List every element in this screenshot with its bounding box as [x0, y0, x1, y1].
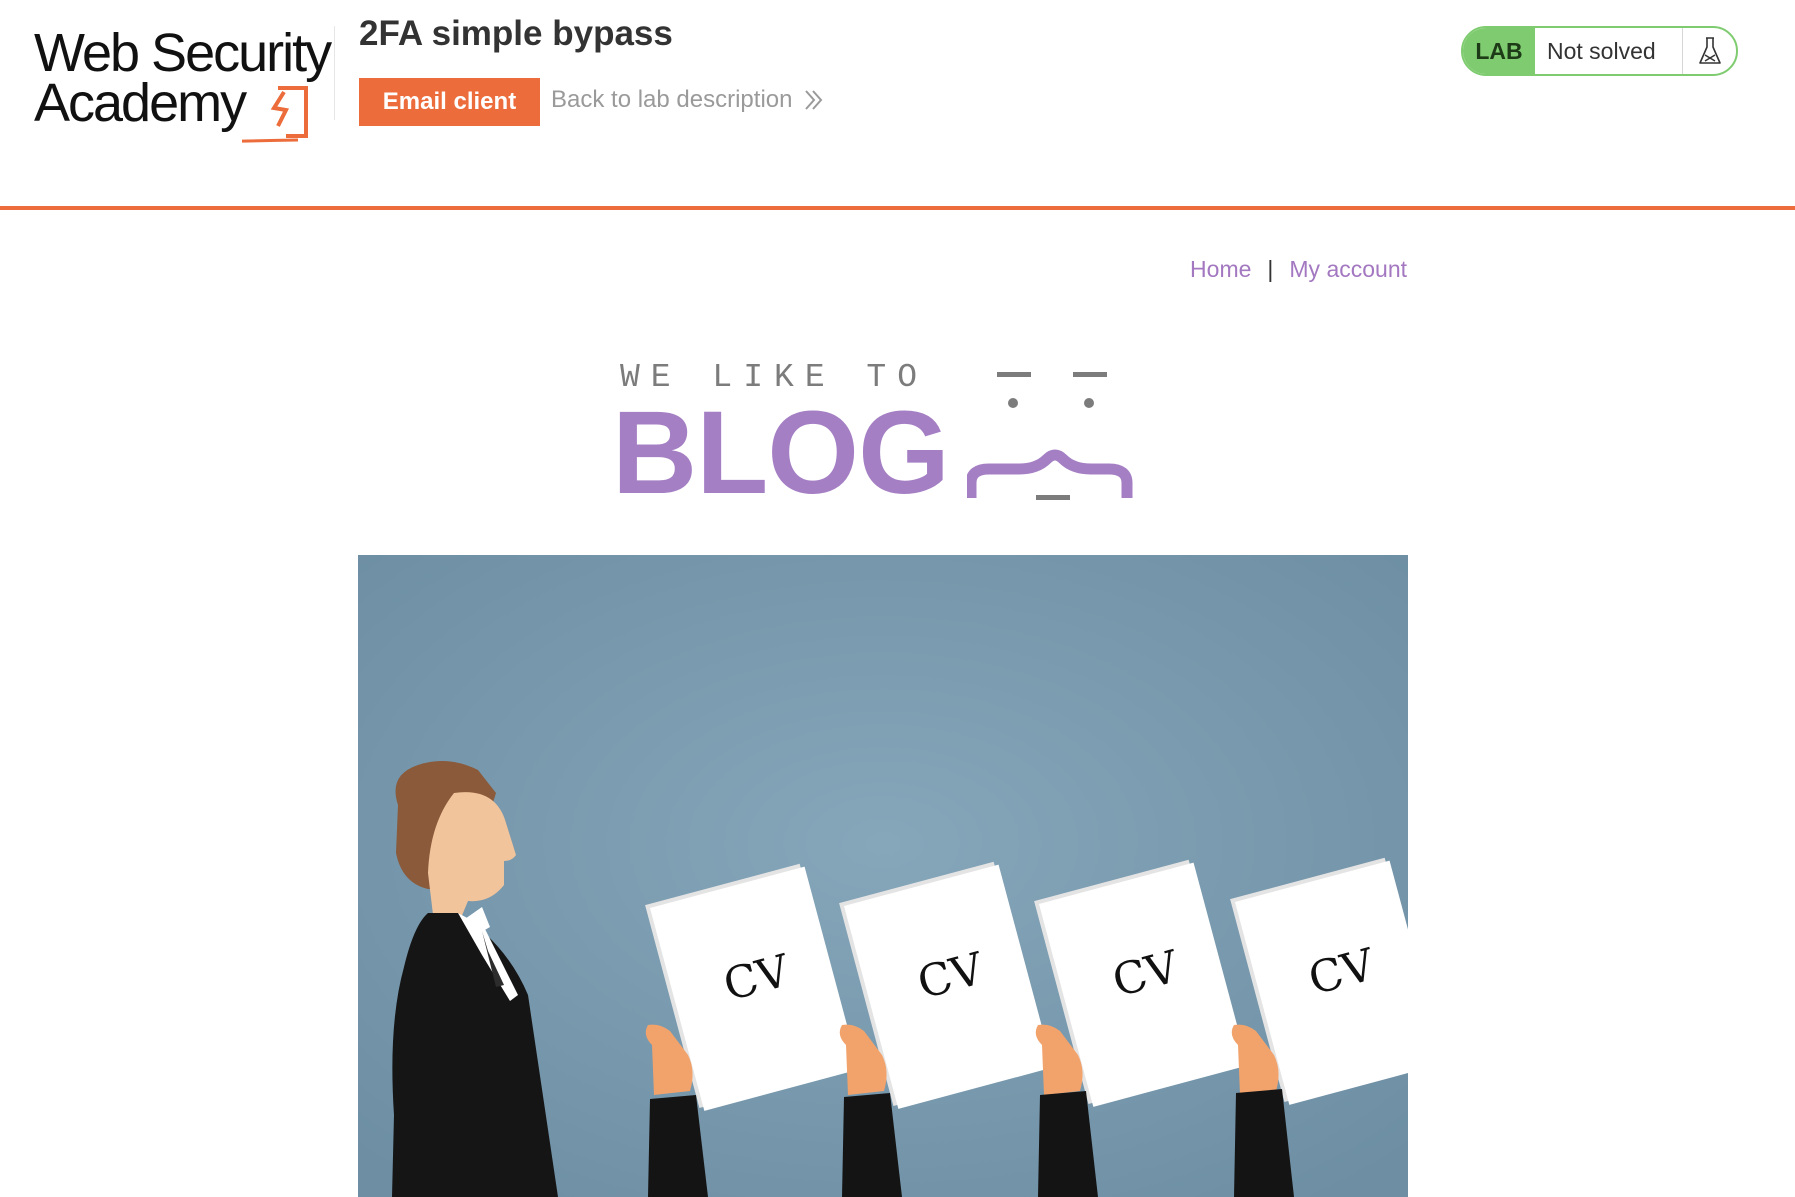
logo-text-line-2: Academy [34, 73, 247, 133]
lab-badge: LAB [1463, 28, 1535, 74]
email-client-button[interactable]: Email client [359, 78, 540, 126]
nav-separator: | [1267, 256, 1274, 282]
banner-title: BLOG [612, 387, 950, 519]
academy-header: Web Security Academy 2FA simple bypass E… [0, 0, 1795, 210]
cv-illustration: CV CV CV CV [358, 555, 1408, 1197]
lab-status-widget: LAB Not solved [1461, 26, 1738, 76]
home-link[interactable]: Home [1190, 256, 1251, 283]
lab-title: 2FA simple bypass [359, 14, 673, 53]
header-divider [334, 26, 335, 120]
logo-text-line-1: Web Security [34, 23, 332, 83]
blog-face-icon [967, 372, 1133, 500]
flask-icon [1683, 28, 1736, 74]
back-to-lab-description-link[interactable]: Back to lab description [551, 86, 824, 114]
back-link-label: Back to lab description [551, 86, 793, 113]
double-chevron-right-icon [805, 90, 823, 110]
logo-lightning-icon [242, 86, 308, 143]
blog-banner: WE LIKE TO BLOG [612, 355, 1160, 512]
web-security-academy-logo[interactable]: Web Security Academy [30, 22, 332, 143]
blog-post-image[interactable]: CV CV CV CV [358, 555, 1408, 1197]
lab-status-text: Not solved [1535, 28, 1683, 74]
my-account-link[interactable]: My account [1289, 256, 1407, 283]
site-nav: Home | My account [1100, 256, 1407, 283]
